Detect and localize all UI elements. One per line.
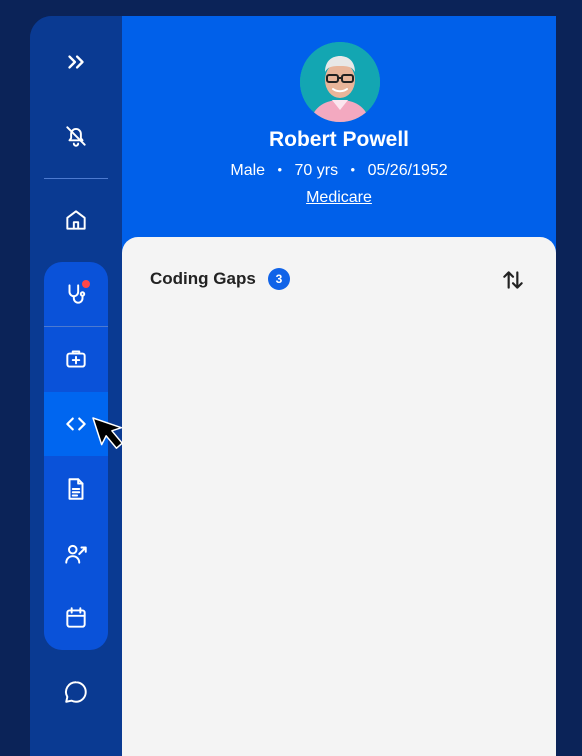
chat-icon <box>65 681 87 703</box>
patient-dob: 05/26/1952 <box>367 162 448 179</box>
care-button[interactable] <box>44 262 108 326</box>
sidebar-divider <box>44 178 108 179</box>
patient-gender: Male <box>230 162 266 179</box>
alert-dot <box>82 280 90 288</box>
patient-photo <box>300 42 380 122</box>
documents-button[interactable] <box>44 457 108 521</box>
count-badge: 3 <box>268 268 290 290</box>
calendar-button[interactable] <box>44 586 108 650</box>
coding-gaps-card: Coding Gaps 3 <box>122 237 556 756</box>
calendar-icon <box>66 607 86 628</box>
app-window: Robert Powell Male • 70 yrs • 05/26/1952… <box>30 16 556 756</box>
document-icon <box>68 478 84 500</box>
medical-kit-icon <box>66 350 86 368</box>
medical-button[interactable] <box>44 327 108 391</box>
patient-demographics: Male • 70 yrs • 05/26/1952 <box>122 162 556 180</box>
home-button[interactable] <box>44 188 108 252</box>
avatar <box>300 42 380 122</box>
chat-button[interactable] <box>44 660 108 724</box>
sort-button[interactable] <box>500 267 526 293</box>
patient-name: Robert Powell <box>268 128 410 151</box>
insurance-link[interactable]: Medicare <box>306 189 372 206</box>
expand-sidebar-button[interactable] <box>44 30 108 94</box>
separator: • <box>350 162 356 177</box>
bell-off-icon <box>66 126 86 147</box>
sidebar <box>30 16 122 756</box>
patient-age: 70 yrs <box>294 162 339 179</box>
referrals-button[interactable] <box>44 522 108 586</box>
mouse-cursor-icon <box>92 417 123 449</box>
notifications-button[interactable] <box>44 104 108 168</box>
code-icon <box>66 417 86 431</box>
separator: • <box>277 162 283 177</box>
chevrons-right-icon <box>68 55 84 69</box>
insurance: Medicare <box>122 189 556 207</box>
card-title: Coding Gaps <box>150 269 256 288</box>
user-referral-icon <box>65 544 87 564</box>
sort-arrows-icon <box>503 271 523 289</box>
home-icon <box>66 210 86 230</box>
main-panel: Robert Powell Male • 70 yrs • 05/26/1952… <box>122 16 556 756</box>
